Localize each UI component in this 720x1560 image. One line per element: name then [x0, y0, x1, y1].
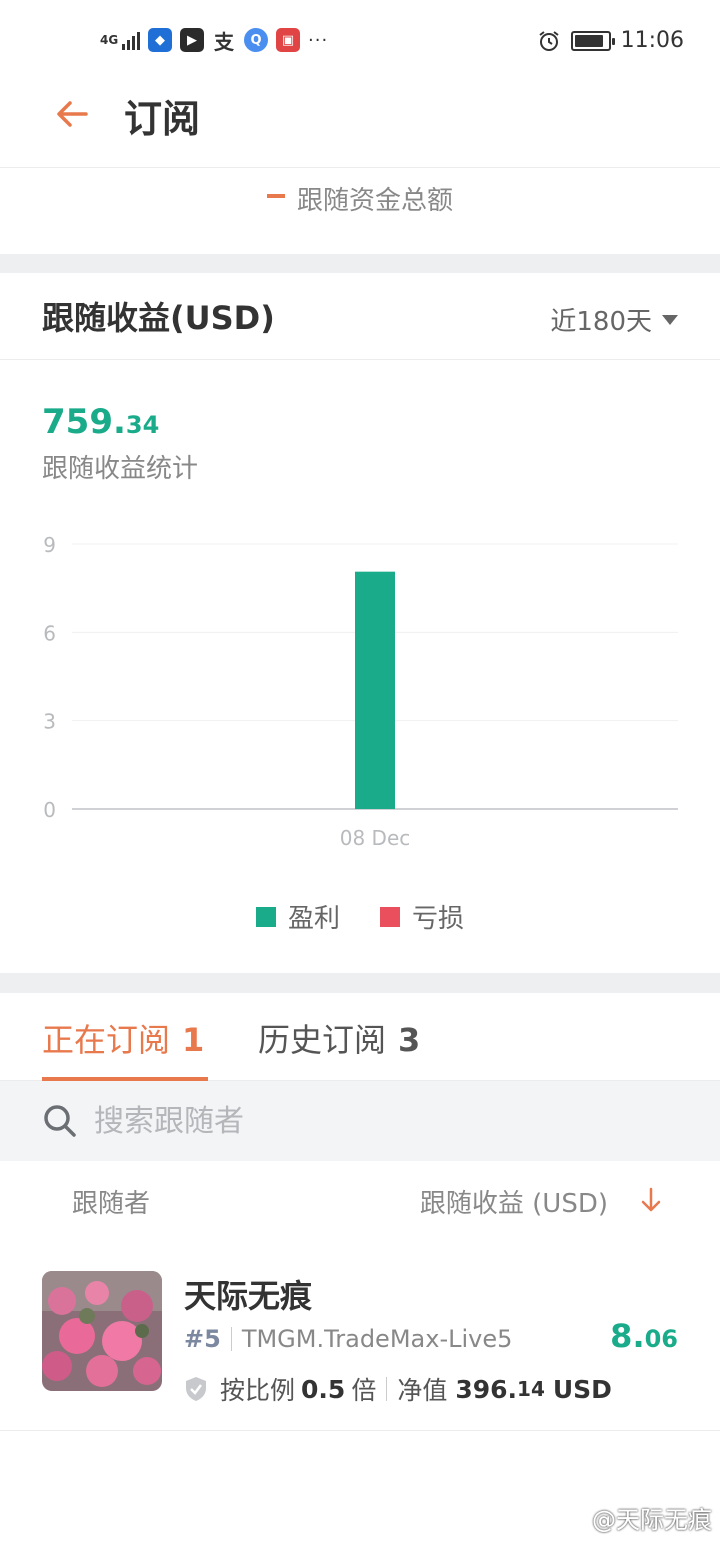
subscription-tabs: 正在订阅 1 历史订阅 3: [0, 993, 720, 1081]
app-header: 订阅: [0, 70, 720, 168]
profit-legend-swatch: [255, 906, 276, 927]
equity-int: 396.: [455, 1374, 518, 1404]
fund-chart-legend: 跟随资金总额: [0, 168, 720, 254]
ratio-value: 0.5: [301, 1374, 346, 1404]
sort-down-arrow-icon[interactable]: [638, 1185, 664, 1215]
dropdown-triangle-icon: [662, 314, 678, 325]
battery-icon: [570, 30, 615, 51]
shield-app-icon: ◆: [148, 28, 172, 52]
alarm-icon: [538, 30, 559, 51]
total-profit-int: 759.: [42, 402, 126, 442]
browser-app-icon: Q: [244, 28, 268, 52]
follower-profit: 8.06: [610, 1317, 678, 1355]
y-tick-label: 3: [43, 710, 56, 734]
bar-profit[interactable]: [355, 571, 395, 809]
back-arrow-icon[interactable]: [52, 94, 92, 134]
page-title: 订阅: [124, 97, 201, 141]
search-input[interactable]: [94, 1097, 654, 1145]
ratio-unit: 倍: [351, 1376, 377, 1405]
follower-rank: #5: [184, 1325, 221, 1353]
avatar: [42, 1271, 162, 1391]
loss-legend-swatch: [380, 906, 400, 927]
ratio-label: 按比例: [220, 1376, 296, 1405]
more-notifications-icon: ···: [308, 29, 329, 51]
tab-current-subscriptions[interactable]: 正在订阅 1: [42, 1015, 204, 1061]
total-profit-dec: 34: [125, 411, 160, 439]
total-profit-label: 跟随收益统计: [42, 454, 199, 484]
video-app-icon: ▶: [180, 28, 204, 52]
profit-bar-chart: 9 6 3 0 08 Dec: [43, 533, 678, 850]
search-icon: [44, 1105, 76, 1137]
status-left: 4G ◆ ▶ 支 Q ▣ ···: [100, 28, 329, 54]
legend-item-profit[interactable]: 盈利: [255, 898, 340, 935]
follower-profit-int: 8.: [610, 1317, 645, 1355]
alipay-app-icon: 支: [214, 29, 234, 54]
follower-meta: 按比例 0.5 倍 净值 396. 14 USD: [184, 1371, 612, 1407]
follower-name: 天际无痕: [184, 1277, 313, 1315]
follower-account: #5 TMGM.TradeMax-Live5: [184, 1325, 512, 1353]
status-right: 11:06: [537, 28, 684, 53]
shield-check-icon: [186, 1377, 206, 1401]
divider: [230, 1327, 232, 1351]
follower-server: TMGM.TradeMax-Live5: [241, 1325, 513, 1353]
column-profit[interactable]: 跟随收益 (USD): [420, 1183, 608, 1220]
follower-profit-dec: 06: [644, 1325, 678, 1353]
tab-count: 3: [398, 1021, 421, 1059]
search-bar: [0, 1081, 720, 1161]
clock: 11:06: [620, 28, 684, 53]
profit-card-header: 跟随收益(USD) 近180天: [0, 273, 720, 360]
status-bar: 4G ◆ ▶ 支 Q ▣ ··· 11:06: [0, 0, 720, 70]
period-selector[interactable]: 近180天: [550, 301, 678, 338]
fund-legend-swatch: [266, 194, 285, 198]
tab-label: 历史订阅: [258, 1021, 387, 1059]
signal-icon: [122, 30, 140, 50]
legend-label-profit: 盈利: [287, 904, 340, 934]
y-tick-label: 0: [43, 798, 56, 822]
tab-count: 1: [182, 1021, 205, 1059]
legend-item-loss[interactable]: 亏损: [380, 898, 464, 935]
y-tick-label: 6: [43, 621, 56, 645]
total-profit: 759.34: [42, 402, 159, 442]
list-header: 跟随者 跟随收益 (USD): [0, 1161, 720, 1241]
tab-label: 正在订阅: [42, 1021, 171, 1059]
equity-unit: USD: [552, 1374, 612, 1404]
equity-label: 净值: [397, 1376, 448, 1405]
period-label: 近180天: [550, 307, 652, 337]
section-divider: [0, 254, 720, 273]
chart-legend: 盈利 亏损: [0, 898, 720, 935]
huawei-app-icon: ▣: [276, 28, 300, 52]
network-type: 4G: [100, 32, 119, 47]
equity-dec: 14: [517, 1377, 545, 1401]
profit-card-title: 跟随收益(USD): [42, 299, 275, 337]
tab-history-subscriptions[interactable]: 历史订阅 3: [258, 1015, 420, 1061]
watermark: @天际无痕: [592, 1506, 712, 1534]
divider: [386, 1377, 388, 1401]
y-tick-label: 9: [43, 533, 56, 557]
column-follower: 跟随者: [72, 1189, 151, 1219]
follower-row[interactable]: 天际无痕 #5 TMGM.TradeMax-Live5 按比例 0.5 倍 净值…: [0, 1241, 720, 1431]
section-divider: [0, 973, 720, 993]
legend-label-loss: 亏损: [412, 904, 465, 934]
x-tick-label: 08 Dec: [340, 826, 411, 850]
fund-legend-label: 跟随资金总额: [296, 186, 453, 216]
